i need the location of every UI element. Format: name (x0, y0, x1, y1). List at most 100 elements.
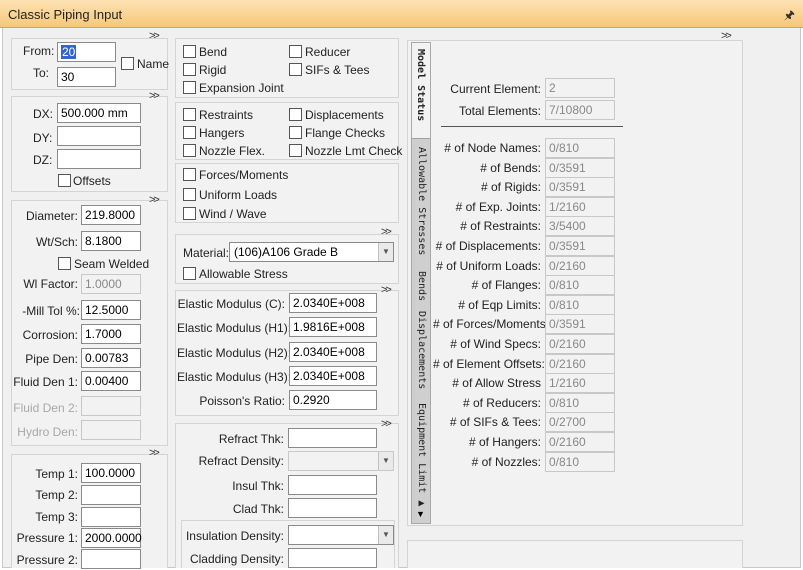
status-row-label: # of Node Names: (444, 141, 541, 155)
temp3-input[interactable] (81, 507, 141, 527)
expansion-joint-checkbox[interactable] (183, 81, 196, 94)
tab-model-status-label: Model Status (415, 49, 426, 122)
dy-input[interactable] (57, 126, 141, 146)
dropdown-arrow-icon[interactable]: ▼ (378, 526, 393, 544)
nozzle-lmt-check-checkbox[interactable] (289, 144, 302, 157)
elastic-modulus-h3-input[interactable]: 2.0340E+008 (289, 366, 377, 386)
window-title: Classic Piping Input (8, 7, 123, 22)
hangers-checkbox[interactable] (183, 126, 196, 139)
clad-thk-label: Clad Thk: (232, 502, 284, 516)
material-label: Material: (183, 246, 230, 260)
insul-thk-input[interactable] (288, 475, 377, 495)
current-element-value: 2 (545, 78, 615, 98)
collapse-chevron-icon[interactable]: >> (149, 30, 160, 42)
insulation-density-dropdown[interactable]: ▼ (288, 525, 394, 545)
nozzle-flex-checkbox[interactable] (183, 144, 196, 157)
temp1-label: Temp 1: (35, 467, 78, 481)
tab-scroll-down-icon[interactable]: ▼ (416, 509, 425, 519)
dz-input[interactable] (57, 149, 141, 169)
status-row-label: # of Bends: (480, 160, 541, 175)
forces-moments-checkbox[interactable] (183, 168, 196, 181)
tab-bends[interactable]: Bends (416, 271, 427, 301)
expansion-joint-label: Expansion Joint (199, 81, 284, 95)
uniform-loads-checkbox[interactable] (183, 188, 196, 201)
material-dropdown[interactable]: (106)A106 Grade B ▼ (229, 242, 394, 262)
temp1-input[interactable]: 100.0000 (81, 463, 141, 483)
status-row-label: # of Rigids: (480, 180, 541, 195)
status-row-label: # of Flanges: (471, 278, 541, 293)
refract-density-label: Refract Density: (198, 454, 284, 468)
to-node-input[interactable]: 30 (57, 67, 116, 87)
elastic-modulus-c-input[interactable]: 2.0340E+008 (289, 293, 377, 313)
tab-allowable-stresses[interactable]: Allowable Stresses (416, 147, 427, 255)
seam-welded-checkbox[interactable] (58, 257, 71, 270)
name-label: Name (137, 57, 170, 71)
tab-equipment-limit[interactable]: Equipment Limit (416, 403, 427, 493)
flange-checks-checkbox[interactable] (289, 126, 302, 139)
status-row-label: # of Eqp Limits: (458, 297, 541, 312)
nozzle-lmt-check-label: Nozzle Lmt Check (305, 144, 403, 158)
diameter-input[interactable]: 219.8000 (81, 205, 141, 225)
reducer-checkbox[interactable] (289, 45, 302, 58)
wl-factor-input: 1.0000 (81, 274, 141, 294)
elastic-modulus-h1-input[interactable]: 1.9816E+008 (289, 317, 377, 337)
name-checkbox[interactable] (121, 57, 134, 70)
hydro-den-label: Hydro Den: (17, 425, 78, 439)
collapse-chevron-icon[interactable]: >> (149, 194, 160, 206)
wtsch-input[interactable]: 8.1800 (81, 231, 141, 251)
current-element-label: Current Element: (450, 82, 541, 96)
collapse-chevron-icon[interactable]: >> (381, 284, 392, 296)
forces-moments-label: Forces/Moments (199, 168, 289, 182)
offsets-checkbox[interactable] (58, 174, 71, 187)
dy-label: DY: (33, 131, 53, 145)
status-row-label: # of Restraints: (460, 219, 541, 234)
collapse-chevron-icon[interactable]: >> (149, 90, 160, 102)
elastic-modulus-h1-label: Elastic Modulus (H1): (177, 321, 292, 335)
displacements-checkbox[interactable] (289, 108, 302, 121)
status-divider (441, 126, 623, 127)
refract-density-dropdown[interactable]: ▼ (288, 451, 394, 471)
dropdown-arrow-icon[interactable]: ▼ (378, 452, 393, 470)
insulation-density-label: Insulation Density: (185, 529, 284, 543)
tab-model-status[interactable]: Model Status (412, 43, 430, 139)
pressure1-input[interactable]: 2000.0000 (81, 528, 142, 548)
dropdown-arrow-icon[interactable]: ▼ (378, 243, 393, 261)
tab-displacements[interactable]: Displacements (416, 311, 427, 389)
wind-wave-checkbox[interactable] (183, 207, 196, 220)
corrosion-label: Corrosion: (22, 328, 78, 342)
pipe-den-input[interactable]: 0.00783 (81, 348, 141, 368)
pin-icon[interactable]: 🖈 (784, 6, 795, 27)
temp2-input[interactable] (81, 485, 141, 505)
collapse-chevron-icon[interactable]: >> (381, 226, 392, 238)
total-elements-value: 7/10800 (545, 100, 615, 120)
bend-checkbox[interactable] (183, 45, 196, 58)
dx-input[interactable]: 500.000 mm (57, 103, 141, 123)
sifs-tees-label: SIFs & Tees (305, 63, 370, 77)
collapse-chevron-icon[interactable]: >> (149, 447, 160, 459)
pressure2-input[interactable] (81, 549, 141, 569)
elastic-modulus-h2-input[interactable]: 2.0340E+008 (289, 342, 377, 362)
nozzle-flex-label: Nozzle Flex. (199, 144, 266, 158)
status-row-label: # of Element Offsets: (433, 356, 545, 371)
flange-checks-label: Flange Checks (305, 126, 386, 140)
mill-tol-input[interactable]: 12.5000 (81, 300, 141, 320)
corrosion-input[interactable]: 1.7000 (81, 324, 141, 344)
refract-thk-input[interactable] (288, 428, 377, 448)
from-node-input[interactable]: 20 (57, 42, 116, 62)
pipe-den-label: Pipe Den: (25, 352, 78, 366)
status-row-label: # of Forces/Moments: (433, 317, 550, 332)
allowable-stress-label: Allowable Stress (199, 267, 288, 281)
hangers-label: Hangers (199, 126, 245, 140)
clad-thk-input[interactable] (288, 498, 377, 518)
rigid-checkbox[interactable] (183, 63, 196, 76)
tab-scroll-right-icon[interactable]: ▶ (416, 498, 427, 509)
sifs-tees-checkbox[interactable] (289, 63, 302, 76)
temp3-label: Temp 3: (35, 510, 78, 524)
allowable-stress-checkbox[interactable] (183, 267, 196, 280)
poissons-ratio-input[interactable]: 0.2920 (289, 390, 377, 410)
offsets-label: Offsets (73, 174, 111, 188)
restraints-checkbox[interactable] (183, 108, 196, 121)
collapse-chevron-icon[interactable]: >> (381, 418, 392, 430)
fluid-den1-input[interactable]: 0.00400 (81, 371, 141, 391)
cladding-density-input[interactable] (288, 548, 377, 568)
